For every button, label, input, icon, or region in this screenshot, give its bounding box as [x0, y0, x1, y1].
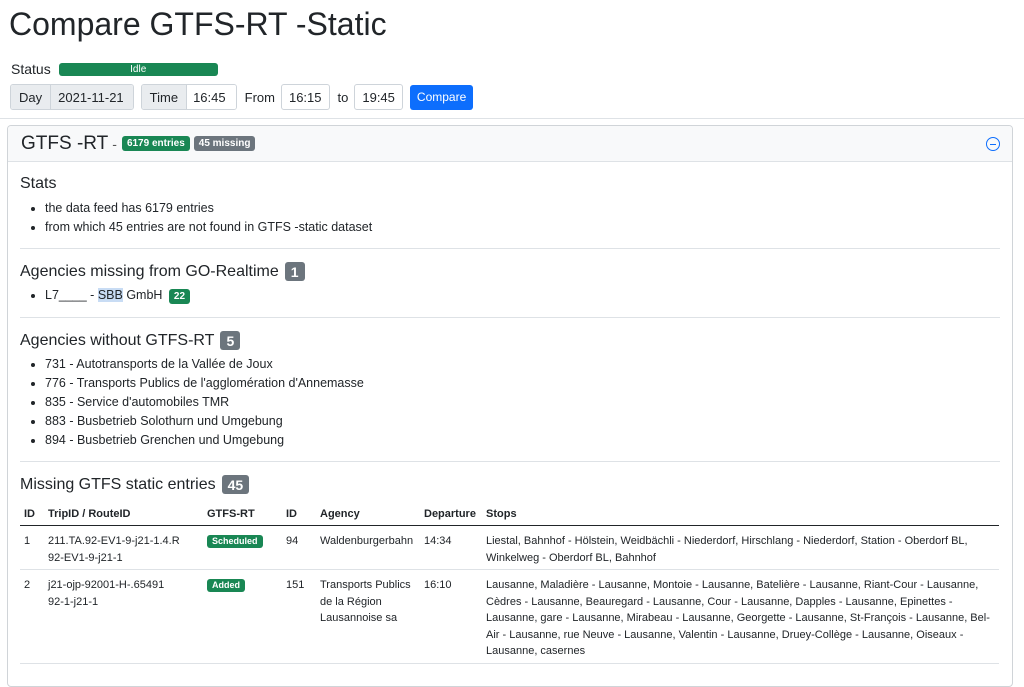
entries-badge: 6179 entries	[121, 136, 190, 151]
to-field[interactable]: 19:45	[354, 84, 403, 110]
trip-id: j21-ojp-92001-H-.65491	[48, 579, 165, 591]
card-header[interactable]: GTFS -RT - 6179 entries 45 missing	[8, 126, 1012, 162]
status-progress-bar: Idle	[58, 62, 218, 76]
gtfs-rt-card: GTFS -RT - 6179 entries 45 missing Stats…	[7, 125, 1013, 687]
column-header: GTFS-RT	[203, 503, 282, 526]
trip-id: 211.TA.92-EV1-9-j21-1.4.R	[48, 535, 180, 547]
time-field[interactable]: 16:45	[187, 85, 236, 109]
day-input-group: Day 2021-11-21	[10, 84, 134, 110]
cell-agency: Waldenburgerbahn	[316, 525, 420, 570]
cell-id: 2	[20, 569, 44, 664]
agencies-without-heading: Agencies without GTFS-RT 5	[20, 331, 1000, 350]
cell-trip-route: j21-ojp-92001-H-.65491 92-1-j21-1	[44, 569, 203, 664]
list-item: 731 - Autotransports de la Vallée de Jou…	[45, 355, 1000, 374]
missing-entries-table: ID TripID / RouteID GTFS-RT ID Agency De…	[20, 503, 999, 664]
status-label: Status	[11, 61, 51, 77]
status-row: Status Idle	[11, 61, 218, 77]
page-title: Compare GTFS-RT -Static	[9, 6, 387, 42]
column-header: ID	[282, 503, 316, 526]
stats-section: Stats the data feed has 6179 entries fro…	[20, 162, 1000, 237]
cell-stops: Liestal, Bahnhof - Hölstein, Weidbächli …	[482, 525, 999, 570]
list-item: 835 - Service d'automobiles TMR	[45, 393, 1000, 412]
card-title: GTFS -RT	[21, 132, 109, 154]
column-header: Departure	[420, 503, 482, 526]
cell-departure: 16:10	[420, 569, 482, 664]
agencies-missing-heading: Agencies missing from GO-Realtime 1	[20, 262, 1000, 281]
day-field[interactable]: 2021-11-21	[51, 85, 133, 109]
list-item: the data feed has 6179 entries	[45, 199, 1000, 218]
agencies-without-section: Agencies without GTFS-RT 5 731 - Autotra…	[20, 318, 1000, 450]
column-header: TripID / RouteID	[44, 503, 203, 526]
table-row: 2 j21-ojp-92001-H-.65491 92-1-j21-1 Adde…	[20, 569, 999, 664]
column-header: Agency	[316, 503, 420, 526]
cell-stops: Lausanne, Maladière - Lausanne, Montoie …	[482, 569, 999, 664]
time-label: Time	[141, 85, 188, 109]
list-item: L7____ - SBB GmbH 22	[45, 286, 1000, 305]
cell-trip-route: 211.TA.92-EV1-9-j21-1.4.R 92-EV1-9-j21-1	[44, 525, 203, 570]
compare-button[interactable]: Compare	[409, 84, 474, 110]
list-item: from which 45 entries are not found in G…	[45, 218, 1000, 237]
stats-heading: Stats	[20, 175, 57, 192]
missing-entries-count-badge: 45	[221, 475, 250, 494]
agencies-without-count-badge: 5	[220, 331, 241, 350]
top-divider	[0, 118, 1024, 119]
list-item: 776 - Transports Publics de l'agglomérat…	[45, 374, 1000, 393]
day-label: Day	[11, 85, 52, 109]
scheduled-badge: Scheduled	[207, 534, 263, 548]
cell-agency-id: 151	[282, 569, 316, 664]
missing-entries-section: Missing GTFS static entries 45 ID TripID…	[20, 462, 1000, 664]
cell-departure: 14:34	[420, 525, 482, 570]
agencies-missing-section: Agencies missing from GO-Realtime 1 L7__…	[20, 249, 1000, 305]
missing-entries-heading: Missing GTFS static entries 45	[20, 475, 1000, 494]
cell-rt-status: Scheduled	[203, 525, 282, 570]
to-label: to	[337, 89, 349, 105]
controls-bar: Day 2021-11-21 Time 16:45 From 16:15 to …	[10, 84, 474, 110]
collapse-icon[interactable]	[986, 137, 1000, 151]
route-id: 92-EV1-9-j21-1	[48, 551, 123, 564]
from-field[interactable]: 16:15	[280, 84, 330, 110]
table-row: 1 211.TA.92-EV1-9-j21-1.4.R 92-EV1-9-j21…	[20, 525, 999, 570]
agencies-without-list: 731 - Autotransports de la Vallée de Jou…	[20, 355, 1000, 450]
cell-agency-id: 94	[282, 525, 316, 570]
from-label: From	[244, 89, 275, 105]
column-header: ID	[20, 503, 44, 526]
time-input-group: Time 16:45	[140, 84, 237, 110]
card-title-separator: -	[112, 135, 117, 152]
highlighted-text: SBB	[97, 288, 123, 302]
stats-list: the data feed has 6179 entries from whic…	[20, 199, 1000, 237]
route-id: 92-1-j21-1	[48, 595, 99, 608]
added-badge: Added	[207, 578, 245, 592]
card-body: Stats the data feed has 6179 entries fro…	[8, 162, 1012, 664]
list-item: 894 - Busbetrieb Grenchen und Umgebung	[45, 431, 1000, 450]
cell-rt-status: Added	[203, 569, 282, 664]
agencies-missing-count-badge: 1	[284, 262, 305, 281]
cell-id: 1	[20, 525, 44, 570]
cell-agency: Transports Publics de la Région Lausanno…	[316, 569, 420, 664]
column-header: Stops	[482, 503, 999, 526]
list-item: 883 - Busbetrieb Solothurn und Umgebung	[45, 412, 1000, 431]
agency-count-badge: 22	[168, 289, 191, 304]
missing-badge: 45 missing	[193, 136, 256, 151]
agencies-missing-list: L7____ - SBB GmbH 22	[20, 286, 1000, 305]
table-header-row: ID TripID / RouteID GTFS-RT ID Agency De…	[20, 503, 999, 526]
